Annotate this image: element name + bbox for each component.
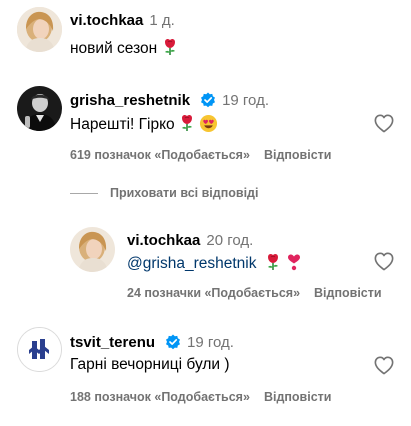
comment-text-row: @grisha_reshetnik	[127, 253, 303, 273]
comment-username[interactable]: vi.tochkaa	[127, 232, 200, 249]
comment-time[interactable]: 1 д.	[149, 12, 174, 29]
comment-time[interactable]: 19 год.	[222, 92, 269, 109]
comment-username[interactable]: tsvit_terenu	[70, 334, 155, 351]
hide-replies-label: Приховати всі відповіді	[110, 186, 259, 200]
rose-emoji-icon	[265, 253, 281, 271]
verified-badge-icon	[200, 92, 216, 108]
likes-count[interactable]: 24 позначки «Подобається»	[127, 286, 300, 300]
hide-replies-toggle[interactable]: Приховати всі відповіді	[70, 186, 258, 200]
avatar[interactable]	[17, 327, 62, 372]
likes-count[interactable]: 619 позначок «Подобається»	[70, 148, 250, 162]
rose-emoji-icon	[179, 114, 195, 132]
rose-emoji-icon	[162, 38, 178, 56]
like-heart-icon[interactable]	[373, 251, 395, 271]
comment-text-row: новий сезон	[70, 38, 178, 58]
reply-button[interactable]: Відповісти	[264, 390, 332, 404]
verified-badge-icon	[165, 334, 181, 350]
comment-text: новий сезон	[70, 40, 158, 57]
reply-button[interactable]: Відповісти	[314, 286, 382, 300]
avatar-photo	[17, 7, 62, 52]
mention-link[interactable]: @grisha_reshetnik	[127, 255, 256, 272]
like-heart-icon[interactable]	[373, 113, 395, 133]
avatar-photo	[17, 86, 62, 131]
reply-button[interactable]: Відповісти	[264, 148, 332, 162]
heart-exclamation-emoji-icon	[288, 254, 301, 271]
heart-eyes-emoji-icon	[200, 114, 218, 133]
comment-time[interactable]: 20 год.	[206, 232, 253, 249]
comment-username[interactable]: grisha_reshetnik	[70, 92, 190, 109]
likes-count[interactable]: 188 позначок «Подобається»	[70, 390, 250, 404]
comment-text: Нарешті! Гірко	[70, 116, 175, 133]
avatar[interactable]	[17, 86, 62, 131]
avatar-photo	[70, 227, 115, 272]
avatar[interactable]	[17, 7, 62, 52]
comment-username[interactable]: vi.tochkaa	[70, 12, 143, 29]
avatar-logo	[18, 328, 61, 371]
comment-text-row: Нарешті! Гірко	[70, 114, 218, 134]
comment-text: Гарні вечорниці були )	[70, 356, 230, 373]
avatar[interactable]	[70, 227, 115, 272]
like-heart-icon[interactable]	[373, 355, 395, 375]
divider	[70, 192, 98, 194]
comment-time[interactable]: 19 год.	[187, 334, 234, 351]
